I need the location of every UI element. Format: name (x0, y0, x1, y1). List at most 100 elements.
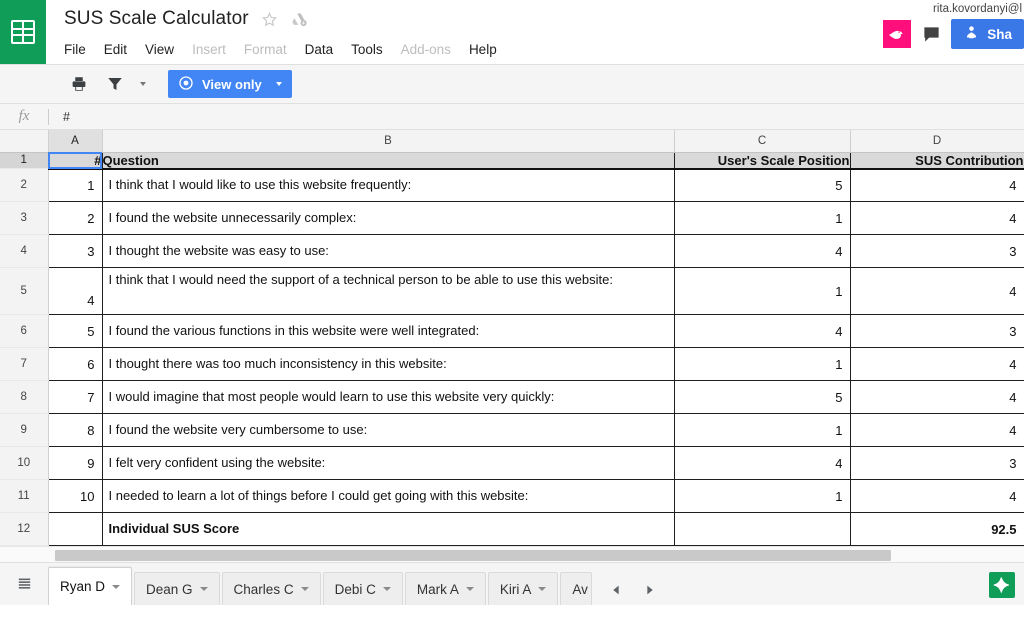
row-header-7[interactable]: 7 (0, 347, 49, 381)
cell-b10[interactable]: I felt very confident using the website: (102, 446, 675, 480)
column-header-d[interactable]: D (850, 130, 1024, 153)
row-header-5[interactable]: 5 (0, 267, 49, 315)
cell-c6[interactable]: 4 (674, 314, 851, 348)
cell-d10[interactable]: 3 (850, 446, 1024, 480)
sheet-tab-charles-c[interactable]: Charles C (221, 572, 321, 605)
sheet-tab-mark-a[interactable]: Mark A (404, 572, 486, 605)
cell-c10[interactable]: 4 (674, 446, 851, 480)
row-header-9[interactable]: 9 (0, 413, 49, 447)
chevron-down-icon[interactable] (199, 587, 208, 591)
formula-input[interactable]: # (49, 110, 70, 124)
star-outline-icon[interactable] (261, 11, 278, 28)
chevron-down-icon[interactable] (382, 587, 391, 591)
cell-b11[interactable]: I needed to learn a lot of things before… (102, 479, 675, 513)
cell-a2[interactable]: 1 (48, 168, 103, 202)
page-title[interactable]: SUS Scale Calculator (64, 8, 249, 30)
menu-item-view[interactable]: View (145, 42, 174, 57)
column-header-c[interactable]: C (674, 130, 851, 153)
chevron-down-icon[interactable] (465, 587, 474, 591)
cell-d9[interactable]: 4 (850, 413, 1024, 447)
cell-c9[interactable]: 1 (674, 413, 851, 447)
bird-icon[interactable] (883, 20, 912, 48)
cell-b3[interactable]: I found the website unnecessarily comple… (102, 201, 675, 235)
cell-d2[interactable]: 4 (850, 168, 1024, 202)
chevron-down-icon[interactable] (300, 587, 309, 591)
cell-b9[interactable]: I found the website very cumbersome to u… (102, 413, 675, 447)
arrow-right-icon[interactable] (643, 583, 656, 597)
cell-d4[interactable]: 3 (850, 234, 1024, 268)
cell-c1[interactable]: User's Scale Position (674, 152, 851, 170)
cell-c2[interactable]: 5 (674, 168, 851, 202)
chevron-down-icon[interactable] (538, 587, 547, 591)
cell-d12[interactable]: 92.5 (850, 512, 1024, 546)
cell-a9[interactable]: 8 (48, 413, 103, 447)
cell-b12[interactable]: Individual SUS Score (102, 512, 675, 546)
cell-a3[interactable]: 2 (48, 201, 103, 235)
cell-b1[interactable]: Question (102, 152, 675, 170)
cell-b2[interactable]: I think that I would like to use this we… (102, 168, 675, 202)
cell-b7[interactable]: I thought there was too much inconsisten… (102, 347, 675, 381)
cell-d3[interactable]: 4 (850, 201, 1024, 235)
cell-a5[interactable]: 4 (48, 267, 103, 315)
cell-d5[interactable]: 4 (850, 267, 1024, 315)
row-header-1[interactable]: 1 (0, 152, 49, 169)
sheet-tab-ryan-d[interactable]: Ryan D (48, 567, 133, 605)
row-header-3[interactable]: 3 (0, 201, 49, 235)
menu-item-help[interactable]: Help (469, 42, 497, 57)
cell-a6[interactable]: 5 (48, 314, 103, 348)
cell-a8[interactable]: 7 (48, 380, 103, 414)
horizontal-scrollbar[interactable] (0, 546, 1024, 562)
sheet-tab-av[interactable]: Av (560, 572, 593, 605)
row-header-6[interactable]: 6 (0, 314, 49, 348)
cell-c8[interactable]: 5 (674, 380, 851, 414)
cell-b8[interactable]: I would imagine that most people would l… (102, 380, 675, 414)
cell-b4[interactable]: I thought the website was easy to use: (102, 234, 675, 268)
menu-item-tools[interactable]: Tools (351, 42, 383, 57)
column-header-b[interactable]: B (102, 130, 675, 153)
filter-dropdown-caret[interactable] (140, 82, 146, 86)
filter-funnel-icon[interactable] (102, 71, 128, 97)
menu-item-data[interactable]: Data (305, 42, 334, 57)
cell-a1[interactable]: # (48, 152, 103, 170)
share-button[interactable]: Sha (951, 19, 1024, 49)
all-sheets-icon[interactable] (0, 562, 48, 605)
cell-a10[interactable]: 9 (48, 446, 103, 480)
cell-d6[interactable]: 3 (850, 314, 1024, 348)
menu-item-file[interactable]: File (64, 42, 86, 57)
cell-c12[interactable] (674, 512, 851, 546)
cell-c4[interactable]: 4 (674, 234, 851, 268)
sheet-tab-dean-g[interactable]: Dean G (134, 572, 220, 605)
row-header-11[interactable]: 11 (0, 479, 49, 513)
cell-a11[interactable]: 10 (48, 479, 103, 513)
sheet-tab-debi-c[interactable]: Debi C (322, 572, 403, 605)
chevron-down-icon[interactable] (112, 584, 121, 589)
row-header-10[interactable]: 10 (0, 446, 49, 480)
cell-a12[interactable] (48, 512, 103, 546)
row-header-12[interactable]: 12 (0, 512, 49, 546)
view-mode-button[interactable]: View only (168, 70, 292, 98)
cell-c5[interactable]: 1 (674, 267, 851, 315)
cell-b6[interactable]: I found the various functions in this we… (102, 314, 675, 348)
cell-b5[interactable]: I think that I would need the support of… (102, 267, 675, 315)
scrollbar-thumb[interactable] (55, 550, 891, 561)
sheets-logo[interactable] (0, 0, 46, 64)
row-header-2[interactable]: 2 (0, 168, 49, 202)
select-all-corner[interactable] (0, 130, 49, 153)
view-mode-caret-icon[interactable] (275, 82, 282, 86)
cell-a4[interactable]: 3 (48, 234, 103, 268)
cell-c3[interactable]: 1 (674, 201, 851, 235)
cell-d8[interactable]: 4 (850, 380, 1024, 414)
row-header-8[interactable]: 8 (0, 380, 49, 414)
menu-item-edit[interactable]: Edit (104, 42, 127, 57)
explore-button[interactable] (986, 569, 1018, 601)
comment-bubble-icon[interactable] (917, 20, 945, 48)
drive-move-icon[interactable] (290, 11, 308, 28)
column-header-a[interactable]: A (48, 130, 103, 153)
cell-a7[interactable]: 6 (48, 347, 103, 381)
cell-c7[interactable]: 1 (674, 347, 851, 381)
arrow-left-icon[interactable] (610, 583, 623, 597)
cell-d11[interactable]: 4 (850, 479, 1024, 513)
cell-c11[interactable]: 1 (674, 479, 851, 513)
cell-d7[interactable]: 4 (850, 347, 1024, 381)
sheet-tab-kiri-a[interactable]: Kiri A (487, 572, 559, 605)
